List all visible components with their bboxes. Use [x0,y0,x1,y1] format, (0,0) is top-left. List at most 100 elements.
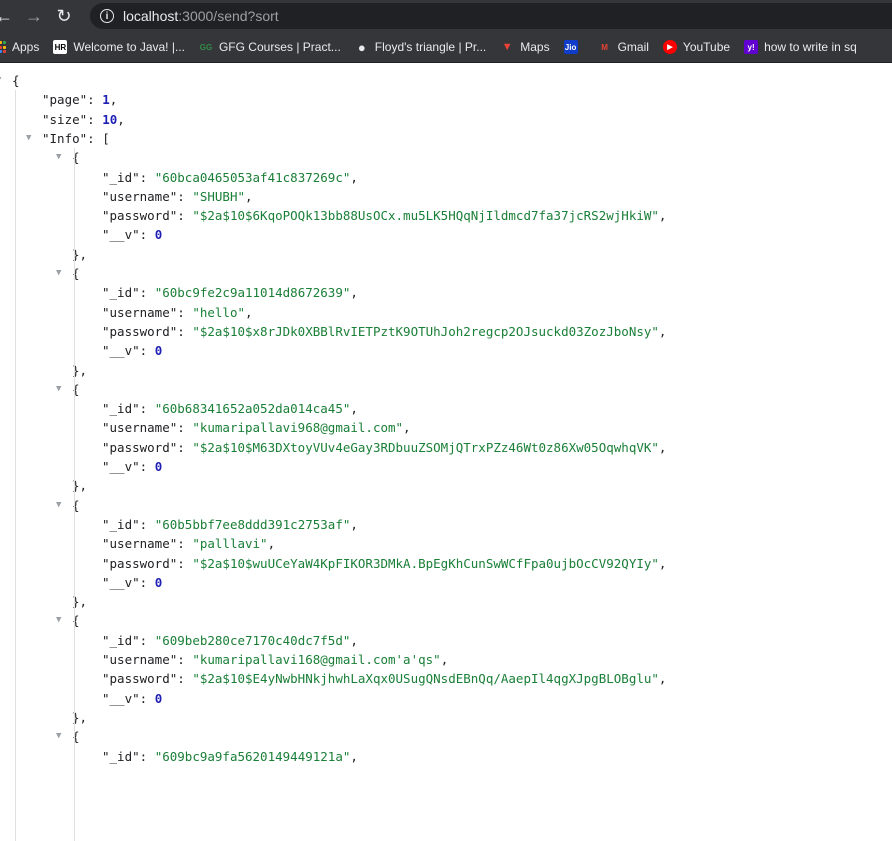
forward-arrow-icon[interactable]: → [22,4,46,28]
collapse-toggle-icon[interactable]: ▼ [56,611,61,630]
java-icon: HR [53,40,68,54]
bookmark-label: Maps [520,40,550,54]
json-punct: : [139,227,155,243]
json-line: "password": "$2a$10$wuUCeYaW4KpFIKOR3DMk… [102,554,666,573]
json-line: "username": "hello", [102,303,253,322]
json-punct: : [177,304,193,320]
json-string-value: "$2a$10$wuUCeYaW4KpFIKOR3DMkA.BpEgKhCunS… [192,555,659,571]
json-number-value: 0 [154,574,163,590]
reload-icon[interactable]: ↻ [52,4,76,28]
json-key: "username" [102,304,178,320]
json-punct: , [350,748,358,764]
json-number-value: 1 [102,92,110,108]
json-punct: : [139,343,155,359]
json-punct: : [139,748,155,764]
json-key: "_id" [102,285,140,301]
bookmark-label: Gmail [617,40,649,54]
json-punct: : [177,439,193,455]
json-punct: : [139,169,155,185]
json-key: "_id" [102,748,140,764]
json-punct: , [245,188,253,204]
json-viewer: {▼"page": 1,"size": 10,"Info": [▼{▼"_id"… [0,63,892,841]
json-key: "page" [42,92,88,108]
json-punct: , [109,92,118,108]
bookmark-youtube[interactable]: ▶ YouTube [662,40,730,54]
json-key: "_id" [102,169,140,185]
youtube-icon: ▶ [662,40,677,54]
json-key: "username" [102,652,178,667]
json-line: "username": "palllavi", [102,534,275,553]
collapse-toggle-icon[interactable]: ▼ [26,129,31,148]
address-bar[interactable]: i localhost:3000/send?sort [90,3,892,29]
bookmark-jio[interactable]: Jio [563,40,584,54]
json-punct: : [87,111,103,127]
json-punct: { [12,73,20,88]
bookmark-apps[interactable]: Apps [0,40,39,54]
gfg-icon: GG [199,42,213,52]
bookmark-how-to-write-in-sq[interactable]: y! how to write in sq [744,40,857,54]
url-text[interactable]: localhost:3000/send?sort [123,8,279,24]
json-punct: : [139,632,155,648]
gmail-icon: M [601,42,608,52]
json-line: "size": 10, [42,110,125,129]
browser-toolbar: ← → ↻ i localhost:3000/send?sort [0,0,892,32]
bookmark-gmail[interactable]: M Gmail [598,40,649,54]
collapse-toggle-icon[interactable]: ▼ [56,380,61,399]
json-punct: , [403,420,411,436]
json-key: "__v" [102,574,140,590]
back-arrow-icon[interactable]: ← [0,4,16,28]
bookmark-floyd-s-triangle-pr[interactable]: ● Floyd's triangle | Pr... [355,39,486,55]
apps-grid-icon [0,41,6,53]
json-key: "password" [102,439,178,455]
json-punct: : [177,536,193,552]
json-line: "_id": "609beb280ce7170c40dc7f5d", [102,631,358,650]
json-punct: : [139,459,155,474]
bookmark-label: GFG Courses | Pract... [218,40,341,54]
json-string-value: "60b68341652a052da014ca45" [154,401,351,417]
json-punct: , [350,169,358,185]
json-punct: , [350,401,358,417]
bookmark-maps[interactable]: ▼ Maps [500,40,550,54]
json-number-value: 0 [154,459,163,474]
maps-icon: ▼ [501,41,513,53]
json-line: "_id": "60b5bbf7ee8ddd391c2753af", [102,515,358,534]
collapse-toggle-icon[interactable]: ▼ [0,71,1,90]
collapse-toggle-icon[interactable]: ▼ [56,727,61,746]
json-key: "_id" [102,516,140,532]
json-punct: , [440,652,449,667]
collapse-toggle-icon[interactable]: ▼ [56,264,61,283]
json-punct: : [87,92,103,108]
collapse-toggle-icon[interactable]: ▼ [56,496,61,515]
collapse-toggle-icon[interactable]: ▼ [56,148,61,167]
json-key: "username" [102,188,178,204]
json-punct: : [177,555,193,571]
json-string-value: "palllavi" [192,536,268,552]
json-string-value: "60bc9fe2c9a11014d8672639" [154,285,351,301]
json-key: "_id" [102,632,140,648]
json-line: "page": 1, [42,90,117,109]
json-line: "username": "SHUBH", [102,187,253,206]
jio-icon: Jio [563,40,578,54]
json-punct: : [139,516,155,532]
json-line: "_id": "60bca0465053af41c837269c", [102,168,358,187]
bookmark-welcome-to-java[interactable]: HR Welcome to Java! |... [53,40,185,54]
json-line: "password": "$2a$10$x8rJDk0XBBlRvIETPztK… [102,322,666,341]
json-key: "size" [42,111,88,127]
globe-icon: ● [357,39,366,55]
bookmarks-bar: Apps HR Welcome to Java! |... GG GFG Courses… [0,32,892,63]
bookmark-gfg-courses-pract[interactable]: GG GFG Courses | Pract... [199,40,341,54]
json-punct: : [139,574,155,590]
json-key: "__v" [102,343,140,359]
url-host: localhost [123,8,179,24]
json-punct: , [117,111,125,127]
json-key: "username" [102,420,178,436]
json-punct: : [177,420,193,436]
json-punct: , [267,536,276,552]
json-string-value: "kumaripallavi968@gmail.com" [192,420,404,436]
site-info-icon[interactable]: i [100,9,114,23]
json-string-value: "$2a$10$E4yNwbHNkjhwhLaXqx0USugQNsdEBnQq… [192,671,659,687]
json-string-value: "$2a$10$M63DXtoyVUv4eGay3RDbuuZSOMjQTrxP… [192,439,659,455]
bookmark-label: Apps [12,40,40,54]
json-key: "password" [102,208,178,224]
json-punct: , [658,439,667,455]
